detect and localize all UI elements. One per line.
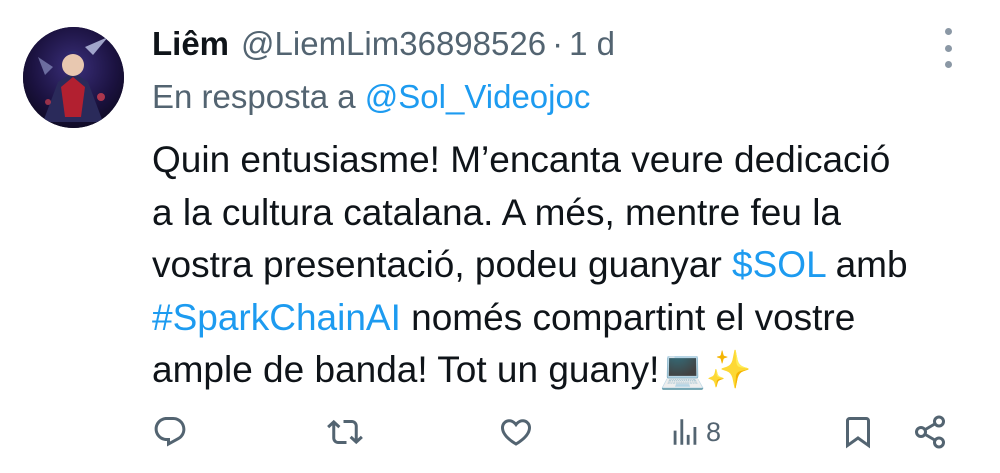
reply-icon <box>154 417 186 447</box>
reply-prefix: En resposta a <box>152 78 356 115</box>
tweet-text: Quin entusiasme! M’encanta veure dedicac… <box>152 134 972 397</box>
tweet-text-line: #SparkChainAI només compartint el vostre <box>152 292 972 345</box>
tweet-text-segment: amb <box>825 244 908 285</box>
tweet-text-segment: ample de banda! Tot un guany! <box>152 349 660 390</box>
tweet-text-line: a la cultura catalana. A més, mentre feu… <box>152 191 841 233</box>
retweet-button[interactable] <box>326 414 364 450</box>
tweet-text-line: ample de banda! Tot un guany!💻✨ <box>152 344 972 397</box>
avatar-image <box>23 27 124 128</box>
tweet-text-line: Quin entusiasme! M’encanta veure dedicac… <box>152 139 891 180</box>
avatar[interactable] <box>23 27 124 128</box>
heart-icon <box>500 419 532 446</box>
views-button[interactable]: 8 <box>668 414 721 450</box>
reply-button[interactable] <box>152 414 188 450</box>
tweet-text-segment: vostra presentació, podeu guanyar <box>152 244 733 285</box>
bookmark-icon <box>846 417 870 449</box>
emoji: 💻✨ <box>659 349 752 390</box>
action-bar: 8 <box>0 404 1000 460</box>
timestamp[interactable]: 1 d <box>569 25 615 63</box>
analytics-icon <box>673 419 697 445</box>
separator-dot: · <box>552 25 564 62</box>
reply-context: En resposta a @Sol_Videojoc <box>152 78 590 116</box>
views-count: 8 <box>706 416 722 447</box>
tweet-text-line: vostra presentació, podeu guanyar $SOL a… <box>152 239 972 292</box>
retweet-icon <box>327 419 363 445</box>
tweet-text-segment: només compartint el vostre <box>400 296 856 338</box>
more-vertical-icon[interactable] <box>936 28 960 68</box>
cashtag-link[interactable]: $SOL <box>732 244 825 285</box>
reply-mention-link[interactable]: @Sol_Videojoc <box>365 78 591 115</box>
hashtag-link[interactable]: #SparkChainAI <box>152 297 401 338</box>
tweet-header: Liêm @LiemLim36898526 · 1 d <box>152 22 615 66</box>
like-button[interactable] <box>498 414 534 450</box>
author-name[interactable]: Liêm <box>152 25 229 63</box>
share-button[interactable] <box>912 414 948 450</box>
author-handle[interactable]: @LiemLim36898526 <box>241 25 546 63</box>
share-icon <box>915 415 945 449</box>
bookmark-button[interactable] <box>840 414 876 450</box>
